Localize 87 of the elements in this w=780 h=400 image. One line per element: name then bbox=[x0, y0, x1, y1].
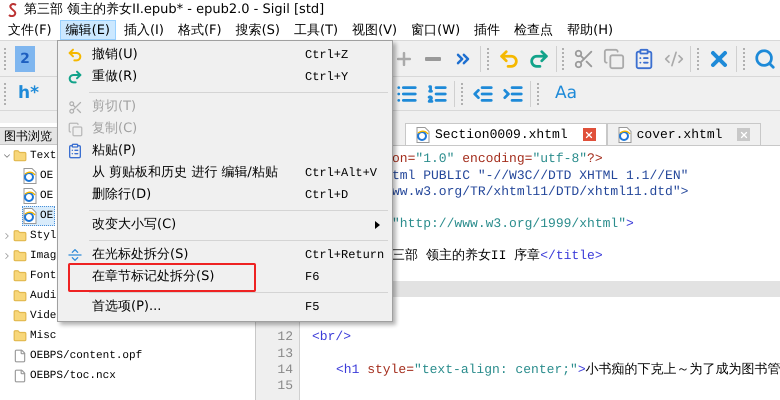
copy-icon bbox=[603, 48, 626, 70]
folder-icon bbox=[13, 229, 27, 243]
web-page-icon bbox=[23, 168, 37, 184]
toolbar-grip bbox=[743, 48, 746, 70]
tree-item[interactable]: Misc bbox=[12, 326, 58, 346]
line-number: 13 bbox=[277, 344, 293, 363]
menu-item[interactable]: 从 剪贴板和历史 进行 编辑/粘贴 Ctrl+Alt+V bbox=[58, 162, 392, 184]
menu-bar-item[interactable]: 窗口(W) bbox=[405, 20, 466, 40]
menu-bar-item[interactable]: 文件(F) bbox=[2, 20, 58, 40]
folder-icon bbox=[13, 289, 27, 303]
tree-item[interactable]: Styl bbox=[12, 226, 58, 246]
code-line: "http://www.w3.org/1999/xhtml"> bbox=[392, 215, 634, 234]
toolbar-grip bbox=[487, 48, 490, 70]
menu-item[interactable]: 撤销(U) Ctrl+Z bbox=[58, 44, 392, 66]
tree-item[interactable]: Imag bbox=[12, 246, 58, 266]
code-line: <h1 style="text-align: center;">小书痴的下克上～为了成为图书管 bbox=[336, 360, 780, 379]
copy-icon bbox=[68, 122, 82, 136]
undo-icon bbox=[67, 47, 83, 63]
menu-item[interactable]: 改变大小写(C) bbox=[58, 214, 392, 236]
redo-icon bbox=[67, 69, 83, 85]
menu-bar-item[interactable]: 编辑(E) bbox=[60, 20, 116, 40]
menu-item[interactable]: 在光标处拆分(S) Ctrl+Return bbox=[58, 244, 392, 266]
code-line: ww.w3.org/TR/xhtml11/DTD/xhtml11.dtd"> bbox=[392, 182, 688, 201]
folder-icon bbox=[13, 329, 27, 343]
menu-item[interactable]: 粘贴(P) bbox=[58, 140, 392, 162]
menu-bar-item[interactable]: 视图(V) bbox=[346, 20, 404, 40]
close-icon[interactable] bbox=[737, 128, 750, 141]
file-icon bbox=[13, 349, 27, 363]
menu-item[interactable]: 重做(R) Ctrl+Y bbox=[58, 66, 392, 88]
folder-icon bbox=[13, 269, 27, 283]
code-icon bbox=[664, 48, 684, 68]
submenu-arrow-icon bbox=[375, 221, 380, 229]
minus-icon bbox=[425, 56, 442, 60]
toolbar-grip bbox=[4, 82, 7, 104]
tree-item[interactable]: OE bbox=[22, 206, 56, 226]
split-icon bbox=[67, 247, 83, 263]
editor-tab[interactable]: cover.xhtml bbox=[606, 123, 762, 145]
tree-item[interactable]: Font bbox=[12, 266, 58, 286]
line-number: 14 bbox=[277, 360, 293, 379]
window-title: 第三部 领主的养女II.epub* - epub2.0 - Sigil [std] bbox=[24, 1, 324, 20]
tree-item[interactable]: Vide bbox=[12, 306, 58, 326]
menu-item[interactable]: 首选项(P)... F5 bbox=[58, 296, 392, 318]
toolbar-grip bbox=[697, 48, 700, 70]
clipboard-icon bbox=[67, 143, 83, 159]
tree-item[interactable]: OEBPS/toc.ncx bbox=[12, 366, 118, 386]
tree-item[interactable]: OE bbox=[22, 166, 56, 186]
tree-item[interactable]: OEBPS/content.opf bbox=[12, 346, 144, 366]
folder-icon bbox=[13, 249, 27, 263]
menu-bar-item[interactable]: 帮助(H) bbox=[561, 20, 620, 40]
line-number: 12 bbox=[277, 328, 293, 346]
menu-item[interactable]: 删除行(D) Ctrl+D bbox=[58, 184, 392, 206]
menu-bar-item[interactable]: 插件 bbox=[468, 20, 506, 40]
code-line: 三部 领主的养女II 序章</title> bbox=[392, 247, 603, 266]
toolbar-grip bbox=[537, 82, 540, 104]
web-page-icon bbox=[618, 126, 632, 142]
web-page-icon bbox=[23, 208, 37, 224]
folder-icon bbox=[13, 309, 27, 323]
code-line: tml PUBLIC "-//W3C//DTD XHTML 1.1//EN" bbox=[392, 166, 688, 185]
menu-bar-item[interactable]: 检查点 bbox=[508, 20, 560, 40]
menu-bar-item[interactable]: 格式(F) bbox=[172, 20, 228, 40]
tree-item[interactable]: Audi bbox=[12, 286, 58, 306]
toolbar-grip bbox=[4, 48, 7, 70]
menu-bar-item[interactable]: 工具(T) bbox=[288, 20, 344, 40]
code-line: <br/> bbox=[312, 328, 352, 346]
scissors-icon bbox=[68, 100, 82, 114]
menu-bar-item[interactable]: 插入(I) bbox=[118, 20, 170, 40]
code-line: on="1.0" encoding="utf-8"?> bbox=[392, 151, 603, 168]
file-icon bbox=[13, 369, 27, 383]
editor-tab[interactable]: Section0009.xhtml bbox=[405, 123, 607, 145]
tree-item[interactable]: OE bbox=[22, 186, 56, 206]
web-page-icon bbox=[23, 188, 37, 204]
toolbar-grip bbox=[562, 48, 566, 70]
menu-bar-item[interactable]: 搜索(S) bbox=[230, 20, 286, 40]
redo-icon bbox=[528, 48, 550, 70]
numbered-list-icon bbox=[426, 82, 448, 104]
tree-item[interactable]: Text bbox=[12, 146, 58, 166]
menu-item[interactable]: 在章节标记处拆分(S) F6 bbox=[58, 266, 392, 288]
app-logo-icon bbox=[8, 3, 18, 17]
toolbar-grip bbox=[461, 82, 464, 104]
search-icon bbox=[754, 48, 776, 70]
panel-title: 图书浏览 bbox=[4, 128, 52, 145]
close-icon[interactable] bbox=[582, 128, 596, 141]
undo-icon bbox=[498, 48, 520, 70]
folder-icon bbox=[13, 149, 27, 163]
scissors-icon bbox=[573, 48, 596, 70]
web-page-icon bbox=[416, 126, 430, 142]
line-number: 15 bbox=[277, 376, 293, 395]
